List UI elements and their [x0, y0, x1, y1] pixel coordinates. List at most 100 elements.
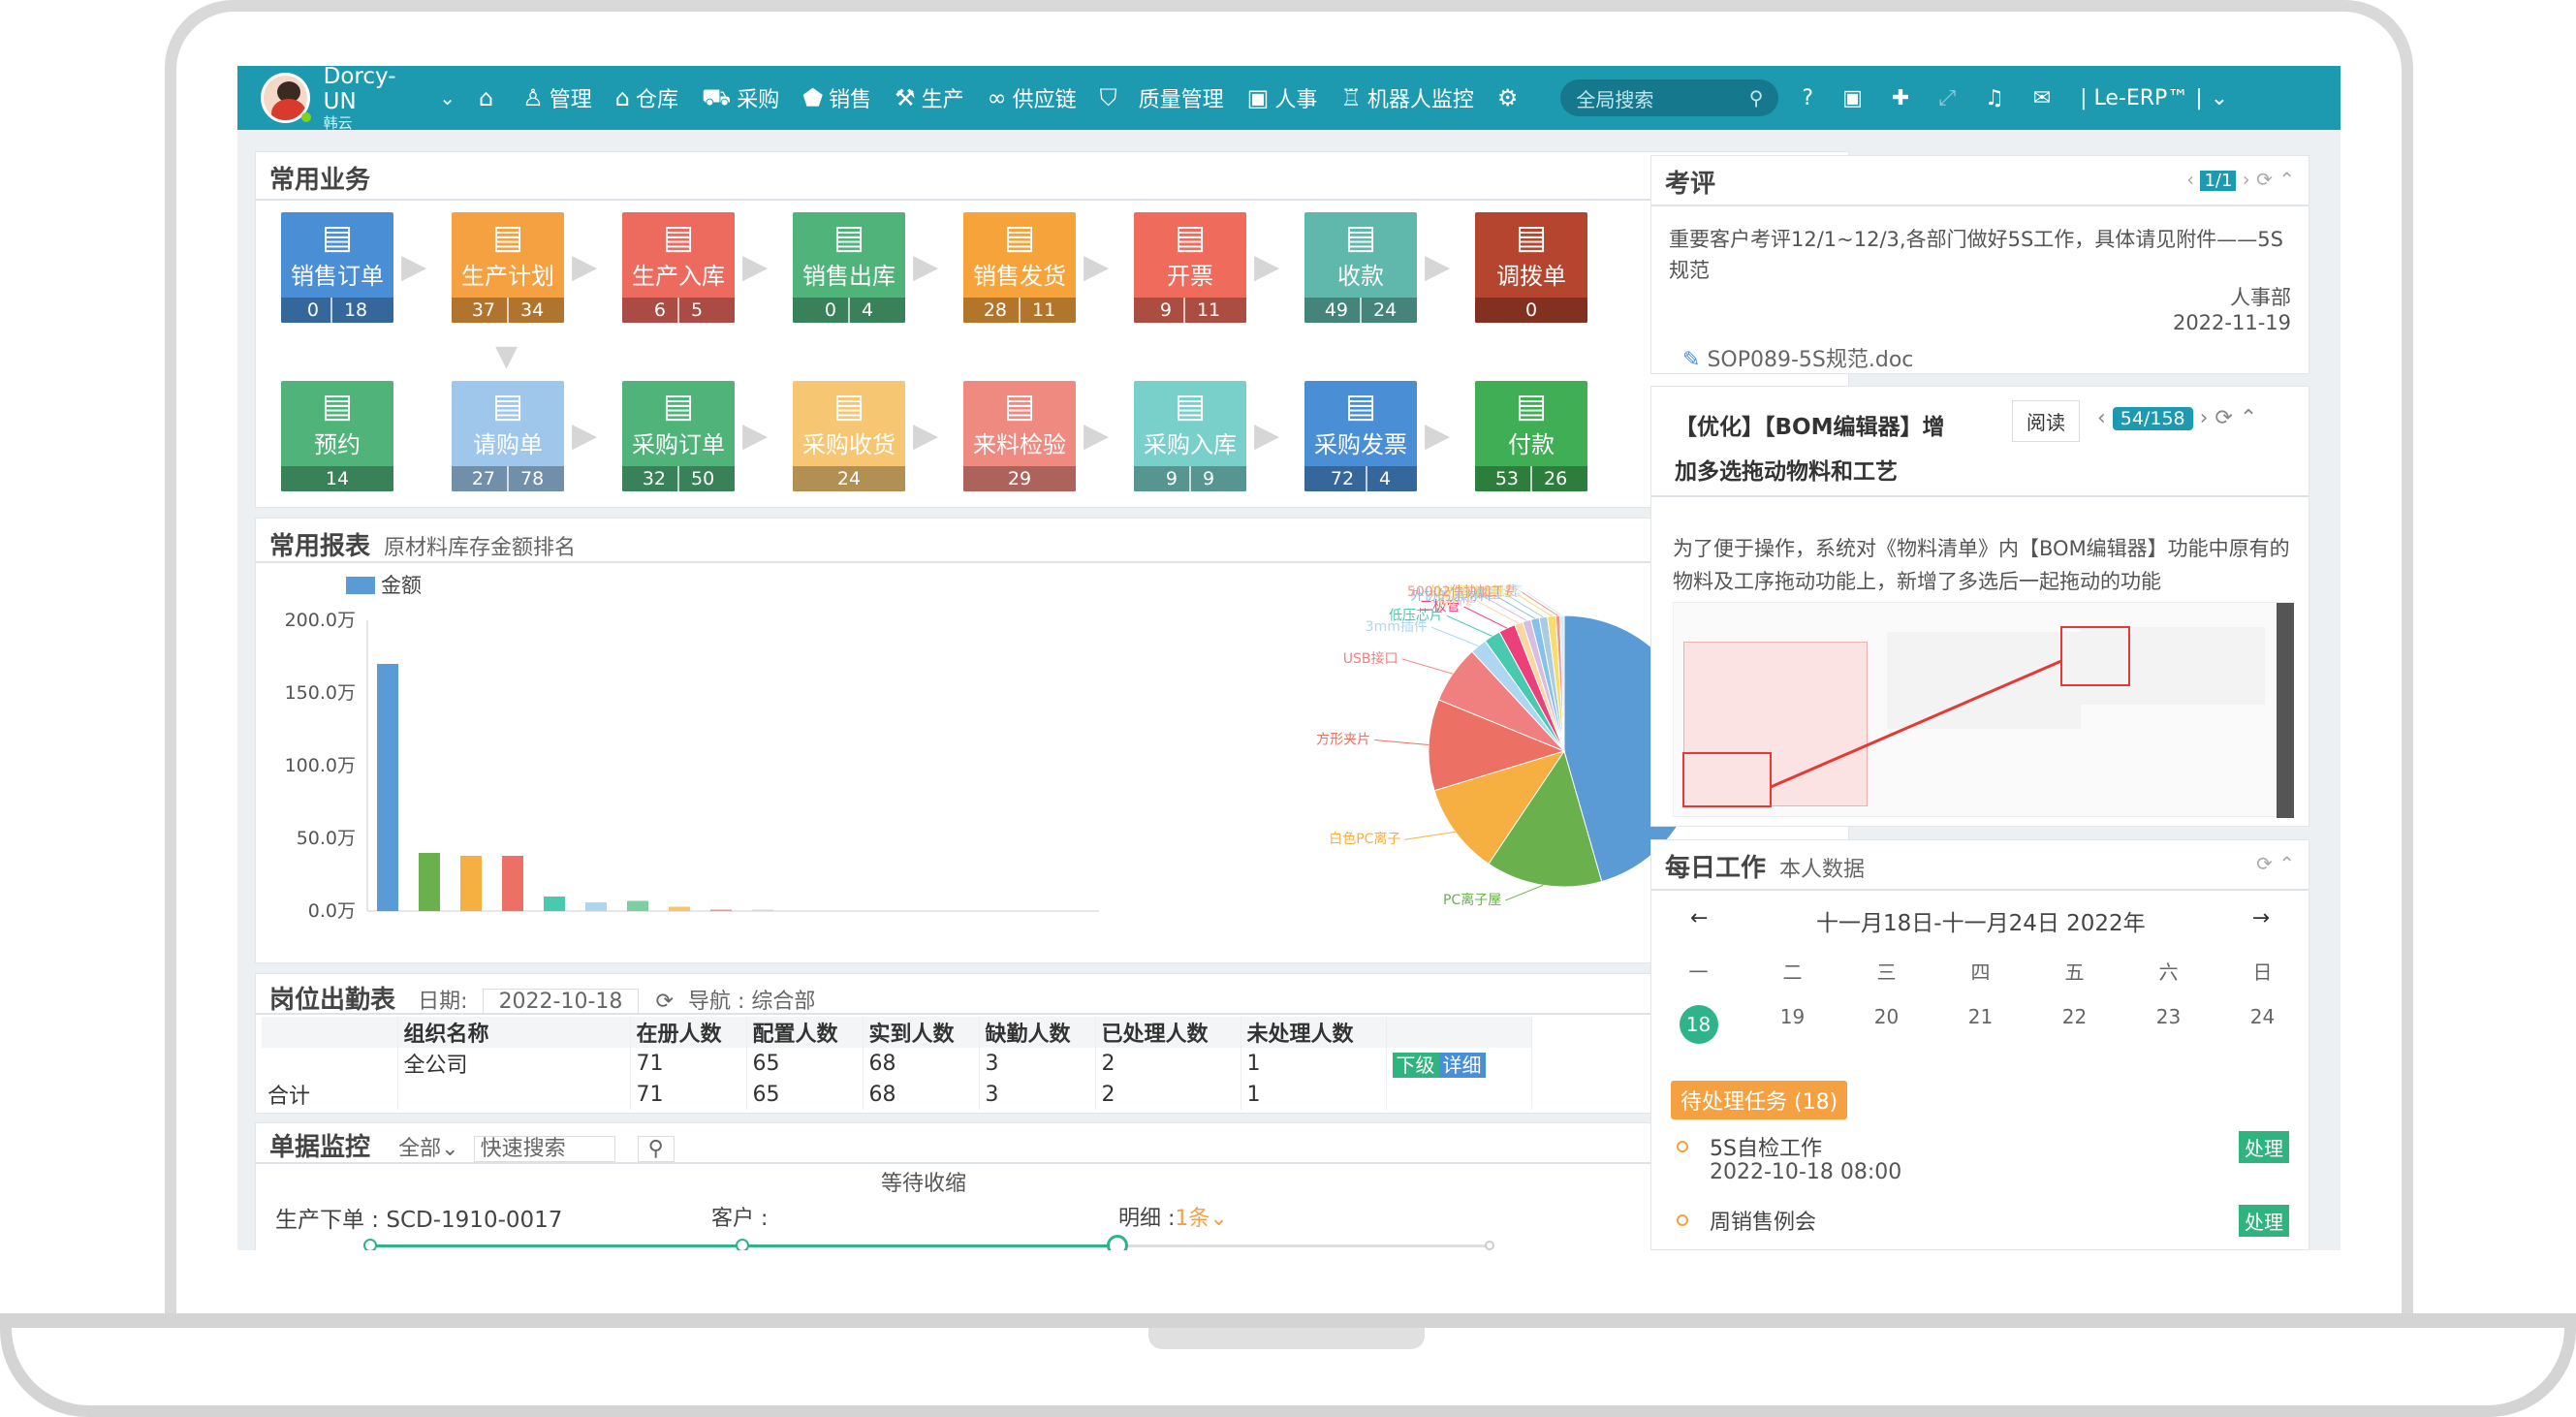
nav-production[interactable]: ⚒ 生产 [895, 82, 964, 113]
chevron-down-icon[interactable]: ⌄ [439, 86, 456, 110]
process-button[interactable]: 处理 [2239, 1131, 2289, 1163]
tile-label: 销售发货 [973, 263, 1066, 290]
quick-search-input[interactable]: 快速搜索 [473, 1136, 615, 1162]
attachment-name[interactable]: SOP089-5S规范.doc [1707, 348, 1913, 372]
nav-manage[interactable]: ♙ 管理 [522, 82, 592, 113]
calendar-day[interactable]: 21 [1933, 1005, 2027, 1044]
nav-warehouse[interactable]: ⌂ 仓库 [615, 82, 678, 113]
sub-level-button[interactable]: 下级 [1392, 1052, 1439, 1078]
chevron-down-icon[interactable]: ⌄ [2211, 86, 2228, 110]
flow-arrow-icon: ▶ [1254, 247, 1280, 286]
flow-arrow-icon: ▶ [913, 247, 939, 286]
business-tile[interactable]: ▤ 采购订单 32 50 [622, 381, 735, 491]
detail-value[interactable]: 1条 [1175, 1207, 1209, 1231]
business-tile[interactable]: ▤ 请购单 27 78 [452, 381, 564, 491]
window-icon[interactable]: ▣ [1842, 86, 1863, 110]
refresh-icon[interactable]: ⟳ ⌃ [2256, 852, 2295, 875]
bar[interactable] [669, 906, 690, 912]
business-tile[interactable]: ▤ 来料检验 29 [963, 381, 1076, 491]
business-tile[interactable]: ▤ 开票 9 11 [1134, 212, 1246, 323]
business-tile[interactable]: ▤ 付款 53 26 [1475, 381, 1587, 491]
doc-label[interactable]: 生产下单 : SCD-1910-0017 [275, 1201, 562, 1234]
nav-quality[interactable]: ⛉ 质量管理 [1100, 82, 1224, 113]
date-field[interactable]: 2022-10-18 [482, 989, 640, 1015]
process-button[interactable]: 处理 [2239, 1205, 2289, 1237]
detail-button[interactable]: 详细 [1438, 1052, 1486, 1078]
business-tile[interactable]: ▤ 销售出库 0 4 [793, 212, 905, 323]
bar[interactable] [710, 909, 732, 912]
business-tile[interactable]: ▤ 收款 49 24 [1304, 212, 1417, 323]
tile-count: 78 [507, 466, 555, 491]
bar[interactable] [460, 856, 482, 911]
expand-icon[interactable]: ⤢ [1938, 86, 1956, 110]
wrench-icon: ⚒ [895, 84, 916, 111]
business-tile[interactable]: ▤ 采购收货 24 [793, 381, 905, 491]
notice-title-1[interactable]: 【优化】【BOM编辑器】增 [1675, 408, 1944, 441]
bell-icon[interactable]: ♫ [1985, 86, 2004, 110]
business-tile[interactable]: ▤ 销售发货 28 11 [963, 212, 1076, 323]
calendar-day[interactable]: 22 [2027, 1005, 2121, 1044]
review-text: 重要客户考评12/1~12/3,各部门做好5S工作，具体请见附件——5S规范 [1669, 228, 2283, 282]
notice-title-2[interactable]: 加多选拖动物料和工艺 [1675, 453, 1898, 486]
pie-label: 白色PC离子 [1329, 831, 1400, 847]
business-tile[interactable]: ▤ 调拨单 0 [1475, 212, 1587, 323]
mail-icon[interactable]: ✉ [2033, 86, 2051, 110]
detail-label: 明细 : [1118, 1207, 1176, 1231]
search-icon[interactable]: ⚲ [637, 1136, 675, 1162]
nav-home[interactable]: ⌂ [479, 84, 499, 111]
bar[interactable] [419, 853, 440, 911]
attachment-link[interactable]: ✎ SOP089-5S规范.doc [1682, 342, 1913, 373]
refresh-icon[interactable]: ⟳ [655, 990, 673, 1014]
business-tile[interactable]: ▤ 销售订单 0 18 [281, 212, 393, 323]
help-icon[interactable]: ? [1802, 86, 1813, 110]
pager[interactable]: ‹ 1/1 › ⟳ ⌃ [2186, 168, 2295, 191]
business-tile[interactable]: ▤ 采购发票 72 4 [1304, 381, 1417, 491]
bar[interactable] [585, 902, 607, 911]
calendar-day[interactable]: 23 [2121, 1005, 2215, 1044]
table-cell: 3 [979, 1048, 1096, 1079]
nav-purchase[interactable]: ⛟ 采购 [702, 82, 779, 113]
bar[interactable] [377, 664, 398, 911]
plus-icon[interactable]: ✚ [1892, 86, 1909, 110]
business-tile[interactable]: ▤ 采购入库 9 9 [1134, 381, 1246, 491]
pending-tasks-tag[interactable]: 待处理任务 (18) [1671, 1081, 1848, 1119]
calendar-day[interactable]: 24 [2215, 1005, 2309, 1044]
task-name[interactable]: 5S自检工作 [1710, 1131, 1822, 1162]
tile-counts: 0 [1475, 298, 1587, 323]
bar[interactable] [752, 909, 773, 912]
chevron-down-icon[interactable]: ⌄ [1209, 1207, 1227, 1231]
bar[interactable] [502, 856, 523, 911]
table-header-row: 组织名称 在册人数 配置人数 实到人数 缺勤人数 已处理人数 未处理人数 [262, 1017, 1532, 1048]
calendar-day[interactable]: 18 [1651, 1005, 1745, 1044]
business-tile[interactable]: ▤ 生产计划 37 34 [452, 212, 564, 323]
notice-screenshot[interactable] [1673, 602, 2294, 818]
bar[interactable] [627, 900, 648, 912]
brand-menu[interactable]: | Le-ERP™ | [2080, 86, 2203, 110]
nav-label: 质量管理 [1138, 88, 1224, 112]
task-name[interactable]: 周销售例会 [1710, 1205, 1816, 1236]
search-icon[interactable]: ⚲ [1749, 86, 1764, 110]
nav-hr[interactable]: ▣ 人事 [1247, 82, 1318, 113]
global-search[interactable]: 全局搜索 ⚲ [1560, 79, 1779, 116]
nav-supply-chain[interactable]: ∞ 供应链 [988, 82, 1077, 113]
nav-settings[interactable]: ⚙ [1497, 84, 1524, 111]
document-icon: ▤ [1174, 387, 1207, 425]
nav-sales[interactable]: ⬟ 销售 [802, 82, 871, 113]
tile-count: 14 [325, 468, 350, 489]
notice-pager[interactable]: ‹ 54/158 › ⟳ ⌃ [2097, 406, 2257, 430]
toolbar-icons: ? ▣ ✚ ⤢ ♫ ✉ | Le-ERP™ | ⌄ [1802, 86, 2257, 110]
user-menu[interactable]: Dorcy-UN 韩云 ⌄ [237, 66, 456, 132]
bar[interactable] [544, 897, 565, 911]
calendar-day[interactable]: 20 [1839, 1005, 1933, 1044]
calendar-day[interactable]: 19 [1745, 1005, 1839, 1044]
next-week-arrow[interactable]: → [2252, 906, 2270, 930]
business-tile[interactable]: ▤ 预约 14 [281, 381, 393, 491]
filter-select[interactable]: 全部 [398, 1137, 441, 1161]
chevron-down-icon[interactable]: ⌄ [441, 1137, 458, 1161]
prev-week-arrow[interactable]: ← [1690, 906, 1708, 930]
business-tile[interactable]: ▤ 生产入库 6 5 [622, 212, 735, 323]
legend-swatch[interactable] [346, 577, 375, 594]
search-input[interactable]: 全局搜索 [1576, 84, 1653, 112]
read-button[interactable]: 阅读 [2012, 400, 2080, 442]
nav-robot-monitor[interactable]: ♖ 机器人监控 [1340, 82, 1474, 113]
